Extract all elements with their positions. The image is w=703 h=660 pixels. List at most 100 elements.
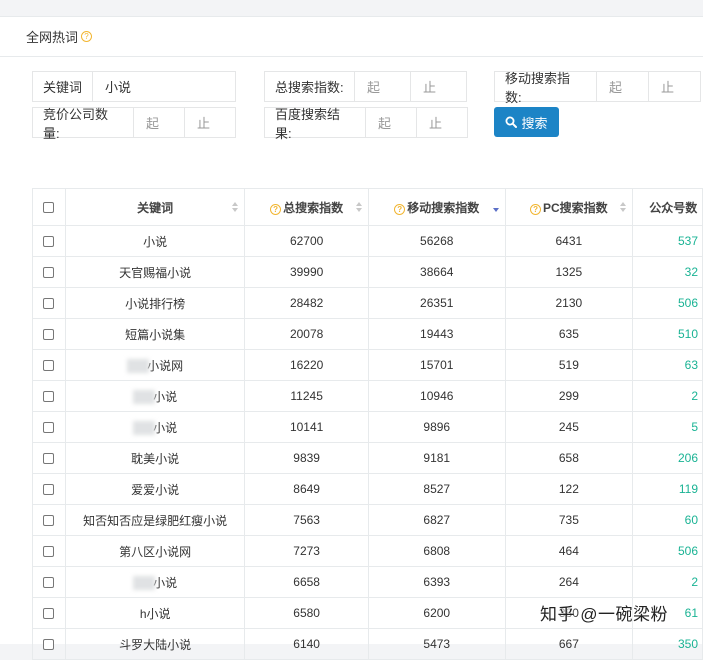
panel-title: 全网热词	[26, 30, 79, 45]
pc-index-cell-text: 519	[558, 358, 579, 372]
row-checkbox[interactable]	[43, 391, 55, 403]
mobile-index-cell-text: 10946	[420, 389, 454, 403]
hot-words-table: 关键词 ? 总搜索指数 ? 移动搜索指数 ? PC搜索指数 公众号数 小说 62700 5…	[32, 188, 703, 660]
search-button[interactable]: 搜索	[494, 107, 559, 137]
pc-index-cell-text: 2130	[555, 296, 583, 310]
accounts-cell[interactable]: 510	[632, 318, 703, 350]
accounts-cell[interactable]: 5	[632, 411, 703, 443]
total-index-cell: 16220	[244, 349, 369, 381]
pc-index-cell: 735	[504, 504, 634, 536]
pc-index-cell: 122	[504, 473, 634, 505]
pc-index-cell-text: 658	[558, 451, 579, 465]
sort-icon	[355, 202, 362, 212]
redacted-text	[133, 421, 156, 436]
accounts-cell-text: 506	[677, 544, 698, 558]
table-row: 小说 11245 10946 299 2	[32, 380, 703, 412]
bid-companies-from-input[interactable]: 起	[134, 107, 185, 138]
accounts-cell[interactable]: 206	[632, 442, 703, 474]
mobile-index-cell-text: 6393	[423, 575, 451, 589]
select-all-cell	[32, 188, 66, 226]
pc-index-cell: 2130	[504, 287, 634, 319]
total-index-cell-text: 62700	[289, 234, 324, 248]
header-total-index-label: 总搜索指数	[283, 200, 344, 215]
bid-companies-label: 竞价公司数量:	[32, 107, 134, 141]
keyword-cell: 斗罗大陆小说	[64, 628, 246, 660]
row-checkbox[interactable]	[43, 298, 55, 310]
keyword-cell: 小说排行榜	[64, 287, 246, 319]
accounts-cell[interactable]: 350	[632, 628, 703, 660]
redacted-text	[133, 576, 156, 591]
mobile-index-to-input[interactable]: 止	[649, 71, 701, 102]
accounts-cell[interactable]: 32	[632, 256, 703, 288]
row-checkbox[interactable]	[43, 360, 55, 372]
row-checkbox[interactable]	[43, 608, 55, 620]
accounts-cell[interactable]: 2	[632, 380, 703, 412]
row-checkbox[interactable]	[43, 577, 55, 589]
header-pc-index[interactable]: ? PC搜索指数	[504, 188, 634, 226]
select-all-checkbox[interactable]	[43, 202, 55, 214]
row-select-cell	[32, 566, 66, 598]
accounts-cell[interactable]: 506	[632, 287, 703, 319]
total-index-cell: 7273	[244, 535, 369, 567]
accounts-cell[interactable]: 60	[632, 504, 703, 536]
row-select-cell	[32, 628, 66, 660]
mobile-index-cell: 15701	[367, 349, 506, 381]
keyword-cell-text: 小说	[143, 234, 168, 249]
watermark: 知乎 @一碗梁粉	[540, 605, 668, 624]
mobile-index-from-input[interactable]: 起	[597, 71, 649, 102]
header-keyword[interactable]: 关键词	[64, 188, 246, 226]
accounts-cell[interactable]: 506	[632, 535, 703, 567]
keyword-filter: 关键词 小说	[32, 71, 236, 102]
accounts-cell[interactable]: 63	[632, 349, 703, 381]
row-checkbox[interactable]	[43, 236, 55, 248]
total-index-from-input[interactable]: 起	[355, 71, 411, 102]
pc-index-cell: 299	[504, 380, 634, 412]
header-accounts-label: 公众号数	[649, 200, 698, 215]
accounts-cell[interactable]: 537	[632, 225, 703, 257]
accounts-cell-text: 2	[691, 575, 698, 589]
baidu-results-to-input[interactable]: 止	[417, 107, 468, 138]
keyword-cell-text: 知否知否应是绿肥红瘦小说	[83, 513, 228, 528]
mobile-index-cell: 56268	[367, 225, 506, 257]
mobile-index-cell: 19443	[367, 318, 506, 350]
mobile-index-cell: 10946	[367, 380, 506, 412]
row-checkbox[interactable]	[43, 546, 55, 558]
question-circle-icon[interactable]: ?	[81, 31, 93, 42]
mobile-index-cell-text: 38664	[420, 265, 454, 279]
row-checkbox[interactable]	[43, 515, 55, 527]
keyword-input[interactable]: 小说	[93, 71, 236, 102]
table-row: 小说排行榜 28482 26351 2130 506	[32, 287, 703, 319]
question-circle-icon[interactable]: ?	[394, 204, 406, 215]
row-checkbox[interactable]	[43, 329, 55, 341]
header-mobile-index[interactable]: ? 移动搜索指数	[367, 188, 506, 226]
baidu-results-from-input[interactable]: 起	[366, 107, 417, 138]
row-checkbox[interactable]	[43, 484, 55, 496]
row-select-cell	[32, 318, 66, 350]
mobile-index-cell: 6200	[367, 597, 506, 629]
header-total-index[interactable]: ? 总搜索指数	[244, 188, 369, 226]
keyword-cell: 小说	[64, 380, 246, 412]
keyword-cell: 小说网	[64, 349, 246, 381]
total-index-cell-text: 28482	[289, 296, 324, 310]
accounts-cell[interactable]: 119	[632, 473, 703, 505]
row-checkbox[interactable]	[43, 639, 55, 651]
row-checkbox[interactable]	[43, 453, 55, 465]
mobile-index-cell-text: 19443	[420, 327, 454, 341]
mobile-index-cell-text: 26351	[420, 296, 454, 310]
question-circle-icon[interactable]: ?	[530, 204, 542, 215]
accounts-cell[interactable]: 2	[632, 566, 703, 598]
row-checkbox[interactable]	[43, 422, 55, 434]
total-index-cell: 8649	[244, 473, 369, 505]
keyword-cell-text: 天官赐福小说	[119, 265, 192, 280]
total-index-to-input[interactable]: 止	[411, 71, 467, 102]
header-accounts[interactable]: 公众号数	[632, 188, 703, 226]
total-index-cell: 11245	[244, 380, 369, 412]
pc-index-cell-text: 735	[558, 513, 579, 527]
pc-index-cell: 1325	[504, 256, 634, 288]
total-index-cell: 28482	[244, 287, 369, 319]
question-circle-icon[interactable]: ?	[270, 204, 282, 215]
baidu-results-label: 百度搜索结果:	[264, 107, 366, 141]
row-checkbox[interactable]	[43, 267, 55, 279]
pc-index-cell-text: 635	[558, 327, 579, 341]
bid-companies-to-input[interactable]: 止	[185, 107, 236, 138]
